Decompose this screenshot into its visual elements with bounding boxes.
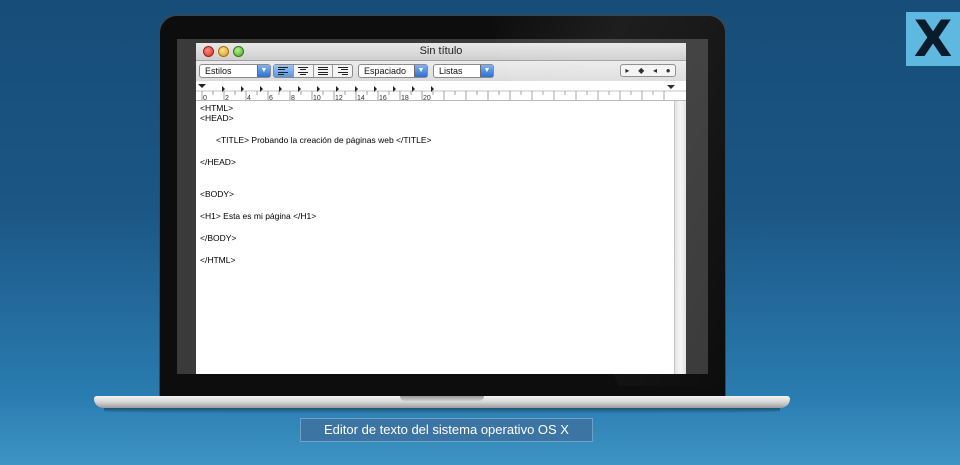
document-line: </HEAD> bbox=[200, 157, 236, 167]
os-x-logo: X bbox=[906, 12, 960, 66]
chevron-down-icon: ▼ bbox=[480, 65, 493, 77]
ruler-label: 14 bbox=[357, 95, 365, 101]
ruler-label: 20 bbox=[423, 95, 431, 101]
align-center-icon bbox=[298, 67, 309, 75]
document-line: <HTML> bbox=[200, 103, 234, 113]
ruler-label: 2 bbox=[225, 95, 229, 101]
chevron-down-icon: ▼ bbox=[414, 65, 427, 77]
ruler-label: 16 bbox=[379, 95, 387, 101]
document-line: <BODY> bbox=[200, 189, 235, 199]
ruler-label: 6 bbox=[269, 95, 273, 101]
os-x-logo-text: X bbox=[913, 10, 953, 68]
styles-popup-label: Estilos bbox=[205, 66, 232, 76]
align-center-button[interactable] bbox=[294, 65, 314, 77]
lists-popup-label: Listas bbox=[439, 66, 463, 76]
align-justify-icon bbox=[317, 67, 328, 75]
ruler-label: 12 bbox=[335, 95, 343, 101]
laptop-shadow bbox=[104, 408, 780, 414]
document-line: </HTML> bbox=[200, 255, 236, 265]
ruler-label: 0 bbox=[203, 95, 207, 101]
left-margin-marker bbox=[198, 84, 206, 88]
align-right-icon bbox=[337, 67, 348, 75]
spacing-popup[interactable]: Espaciado ▼ bbox=[358, 64, 428, 78]
spacing-popup-label: Espaciado bbox=[364, 66, 407, 76]
ruler-label: 4 bbox=[247, 95, 251, 101]
document-line: <TITLE> Probando la creación de páginas … bbox=[216, 135, 432, 145]
align-justify-button[interactable] bbox=[314, 65, 334, 77]
chevron-down-icon: ▼ bbox=[257, 65, 270, 77]
align-right-button[interactable] bbox=[333, 65, 352, 77]
ruler-label: 10 bbox=[313, 95, 321, 101]
document-line: <H1> Esta es mi página </H1> bbox=[200, 211, 317, 221]
lists-popup[interactable]: Listas ▼ bbox=[433, 64, 494, 78]
document-line: <HEAD> bbox=[200, 113, 234, 123]
ruler-label: 8 bbox=[291, 95, 295, 101]
caption: Editor de texto del sistema operativo OS… bbox=[300, 418, 593, 442]
align-left-button[interactable] bbox=[274, 65, 294, 77]
align-left-icon bbox=[278, 67, 289, 75]
laptop-opening-notch bbox=[400, 396, 484, 401]
styles-popup[interactable]: Estilos ▼ bbox=[199, 64, 271, 78]
ruler-label: 18 bbox=[401, 95, 409, 101]
document-line: </BODY> bbox=[200, 233, 237, 243]
alignment-segmented-control bbox=[273, 64, 353, 78]
